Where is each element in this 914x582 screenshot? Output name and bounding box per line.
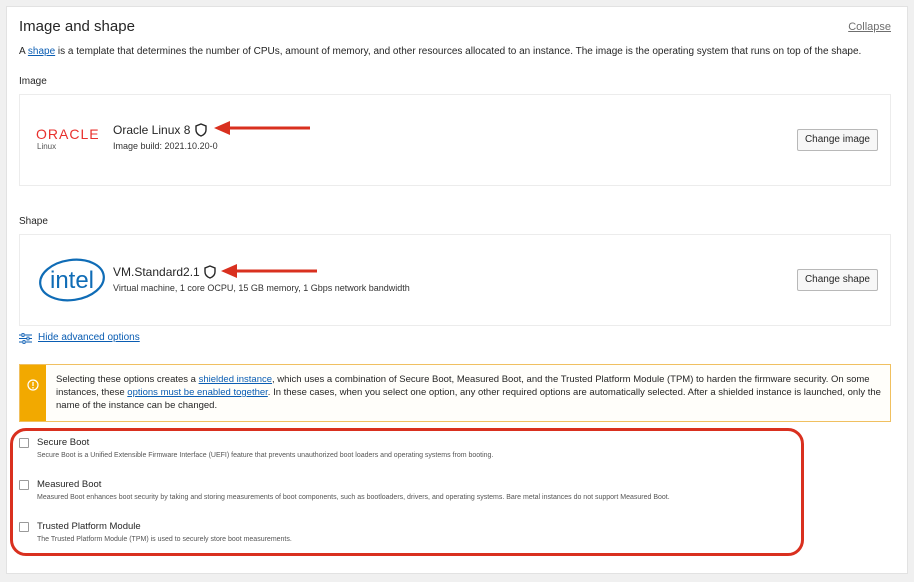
image-and-shape-panel: Image and shape Collapse A shape is a te… <box>6 6 908 574</box>
warning-icon <box>27 379 39 391</box>
section-intro: A shape is a template that determines th… <box>19 46 862 57</box>
oracle-linux-logo: ORACLE Linux <box>36 126 100 151</box>
shielded-instance-alert: Selecting these options creates a shield… <box>19 364 891 422</box>
sliders-icon <box>19 333 32 344</box>
shield-icon <box>204 265 216 279</box>
intel-logo: intel <box>39 258 105 302</box>
section-title: Image and shape <box>19 18 135 35</box>
hide-advanced-options-label[interactable]: Hide advanced options <box>38 332 140 343</box>
change-shape-button[interactable]: Change shape <box>796 269 878 291</box>
image-label: Image <box>19 76 47 87</box>
alert-message: Selecting these options creates a shield… <box>56 374 881 411</box>
image-name: Oracle Linux 8 <box>113 123 191 137</box>
image-card: ORACLE Linux Oracle Linux 8 Image build:… <box>19 94 891 186</box>
shape-details: Virtual machine, 1 core OCPU, 15 GB memo… <box>113 283 410 293</box>
options-enabled-together-link[interactable]: options must be enabled together <box>127 387 268 398</box>
annotation-arrow-shape <box>221 264 317 278</box>
shield-icon <box>195 123 207 137</box>
annotation-highlight-box <box>10 428 804 556</box>
svg-text:intel: intel <box>50 267 94 294</box>
collapse-link[interactable]: Collapse <box>848 21 891 33</box>
shape-help-link[interactable]: shape <box>28 46 55 57</box>
shape-name: VM.Standard2.1 <box>113 265 200 279</box>
shape-label: Shape <box>19 216 48 227</box>
shielded-instance-link[interactable]: shielded instance <box>199 374 272 385</box>
annotation-arrow-image <box>214 121 310 135</box>
image-build: Image build: 2021.10.20-0 <box>113 141 218 151</box>
change-image-button[interactable]: Change image <box>796 129 878 151</box>
shape-card: intel VM.Standard2.1 Virtual machine, 1 … <box>19 234 891 326</box>
